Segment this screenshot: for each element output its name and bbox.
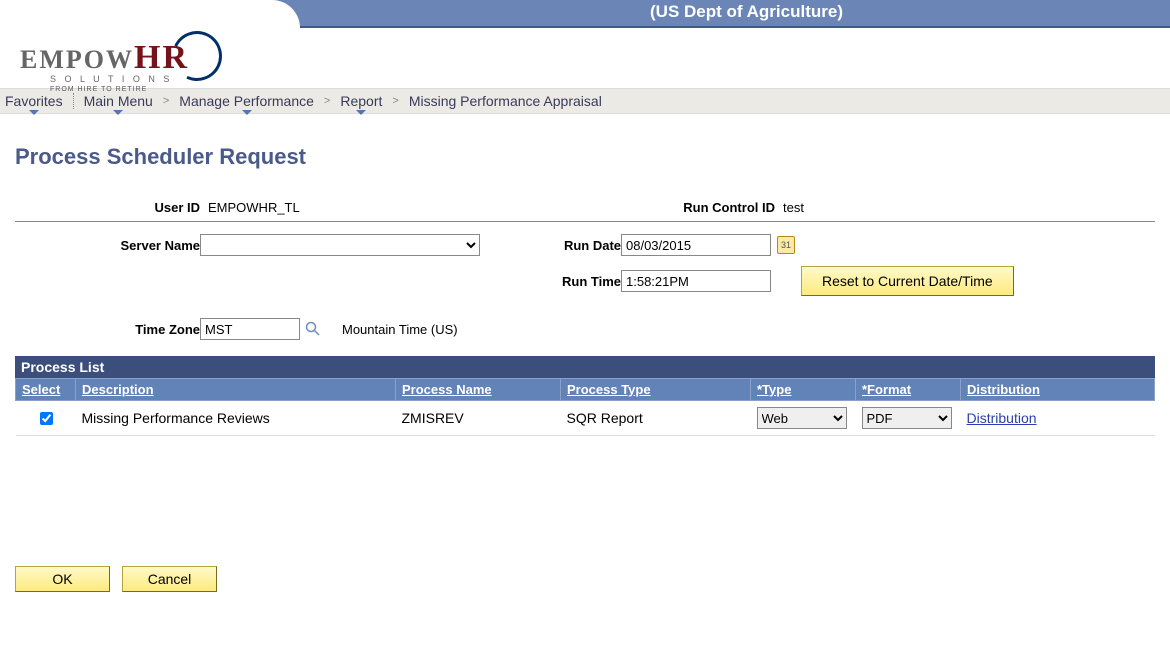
user-id-label: User ID (15, 200, 200, 215)
logo-circle-icon (165, 24, 229, 88)
breadcrumb-sep: > (324, 95, 330, 107)
run-control-label: Run Control ID (495, 200, 775, 215)
breadcrumb-main-menu[interactable]: Main Menu (84, 93, 153, 109)
breadcrumb-sep: > (163, 95, 169, 107)
header-curve (0, 0, 300, 28)
row-select-checkbox[interactable] (40, 412, 53, 425)
action-buttons: OK Cancel (15, 566, 1155, 592)
breadcrumb-missing-appraisal[interactable]: Missing Performance Appraisal (409, 93, 602, 109)
row-type-select[interactable]: Web (757, 407, 847, 429)
row-distribution-link[interactable]: Distribution (967, 410, 1037, 426)
page-title: Process Scheduler Request (15, 144, 1155, 170)
controls-row: Server Name Run Date 31 Run Time Reset t… (15, 234, 1155, 306)
lookup-icon[interactable] (304, 320, 322, 338)
breadcrumb-sep: > (392, 95, 398, 107)
run-control-value: test (775, 200, 804, 215)
col-distribution[interactable]: Distribution (961, 379, 1155, 401)
col-process-name[interactable]: Process Name (396, 379, 561, 401)
process-list-title: Process List (15, 356, 1155, 378)
cancel-button[interactable]: Cancel (122, 566, 217, 592)
run-time-input[interactable] (621, 270, 771, 292)
logo-subtitle-1: S O L U T I O N S (50, 74, 172, 84)
server-name-select[interactable] (200, 234, 480, 256)
run-date-input[interactable] (621, 234, 771, 256)
row-process-name: ZMISREV (396, 401, 561, 436)
breadcrumb-favorites[interactable]: Favorites (5, 93, 63, 109)
breadcrumb-divider (73, 93, 74, 109)
logo-subtitle-2: FROM HIRE TO RETIRE (50, 86, 147, 93)
header-bar: (US Dept of Agriculture) (0, 0, 1170, 28)
breadcrumb-manage-performance[interactable]: Manage Performance (179, 93, 314, 109)
run-time-label: Run Time (511, 274, 621, 289)
server-name-label: Server Name (15, 238, 200, 253)
breadcrumb: Favorites Main Menu > Manage Performance… (0, 88, 1170, 114)
row-format-select[interactable]: PDF (862, 407, 952, 429)
col-format[interactable]: *Format (856, 379, 961, 401)
ok-button[interactable]: OK (15, 566, 110, 592)
col-process-type[interactable]: Process Type (561, 379, 751, 401)
run-date-label: Run Date (511, 238, 621, 253)
row-process-type: SQR Report (561, 401, 751, 436)
time-zone-input[interactable] (200, 318, 300, 340)
time-zone-label: Time Zone (15, 322, 200, 337)
breadcrumb-report[interactable]: Report (340, 93, 382, 109)
id-row: User ID EMPOWHR_TL Run Control ID test (15, 200, 1155, 222)
logo-text-empow: EMPOW (20, 45, 134, 74)
time-zone-desc: Mountain Time (US) (322, 322, 458, 337)
table-row: Missing Performance Reviews ZMISREV SQR … (16, 401, 1155, 436)
calendar-icon[interactable]: 31 (777, 236, 795, 254)
reset-datetime-button[interactable]: Reset to Current Date/Time (801, 266, 1014, 296)
logo: EMPOWHR S O L U T I O N S FROM HIRE TO R… (20, 28, 230, 88)
col-description[interactable]: Description (76, 379, 396, 401)
user-id-value: EMPOWHR_TL (200, 200, 300, 215)
col-type[interactable]: *Type (751, 379, 856, 401)
org-title: (US Dept of Agriculture) (650, 2, 843, 22)
logo-area: EMPOWHR S O L U T I O N S FROM HIRE TO R… (0, 28, 1170, 88)
row-description: Missing Performance Reviews (76, 401, 396, 436)
content: Process Scheduler Request User ID EMPOWH… (0, 114, 1170, 607)
process-list-table: Select Description Process Name Process … (15, 378, 1155, 436)
col-select[interactable]: Select (16, 379, 76, 401)
